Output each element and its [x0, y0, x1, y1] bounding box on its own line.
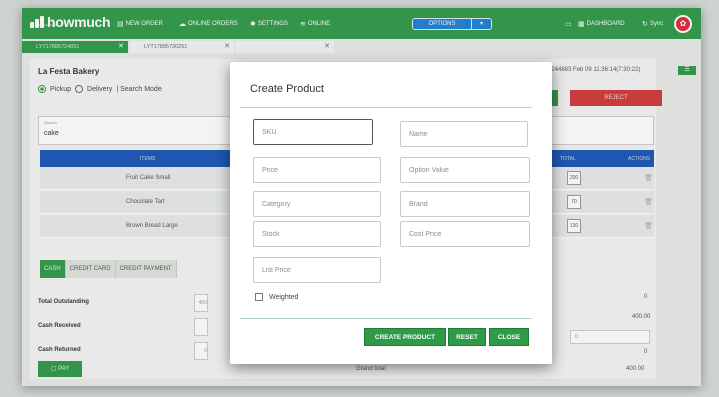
price-input[interactable] [253, 157, 381, 183]
brand-input[interactable] [400, 191, 530, 217]
modal-divider [240, 107, 532, 108]
weighted-label: Weighted [269, 293, 299, 301]
option-value-input[interactable] [400, 157, 530, 183]
weighted-checkbox[interactable] [255, 293, 263, 301]
cost-price-input[interactable] [400, 221, 530, 247]
weighted-checkbox-row[interactable]: Weighted [255, 293, 298, 301]
list-price-input[interactable] [253, 257, 381, 283]
name-input[interactable] [400, 121, 528, 147]
pos-app-window: howmuch smarter retail ▤ NEW ORDER ☁ ONL… [22, 8, 701, 386]
create-product-modal: Create Product Weighted CREATE PRODUCT R… [230, 62, 552, 364]
sku-input[interactable] [253, 119, 373, 145]
reset-button[interactable]: RESET [448, 328, 486, 346]
modal-title: Create Product [250, 83, 324, 95]
close-button[interactable]: CLOSE [489, 328, 529, 346]
create-product-button[interactable]: CREATE PRODUCT [364, 328, 446, 346]
modal-footer-divider [240, 318, 532, 319]
category-input[interactable] [253, 191, 381, 217]
stock-input[interactable] [253, 221, 381, 247]
